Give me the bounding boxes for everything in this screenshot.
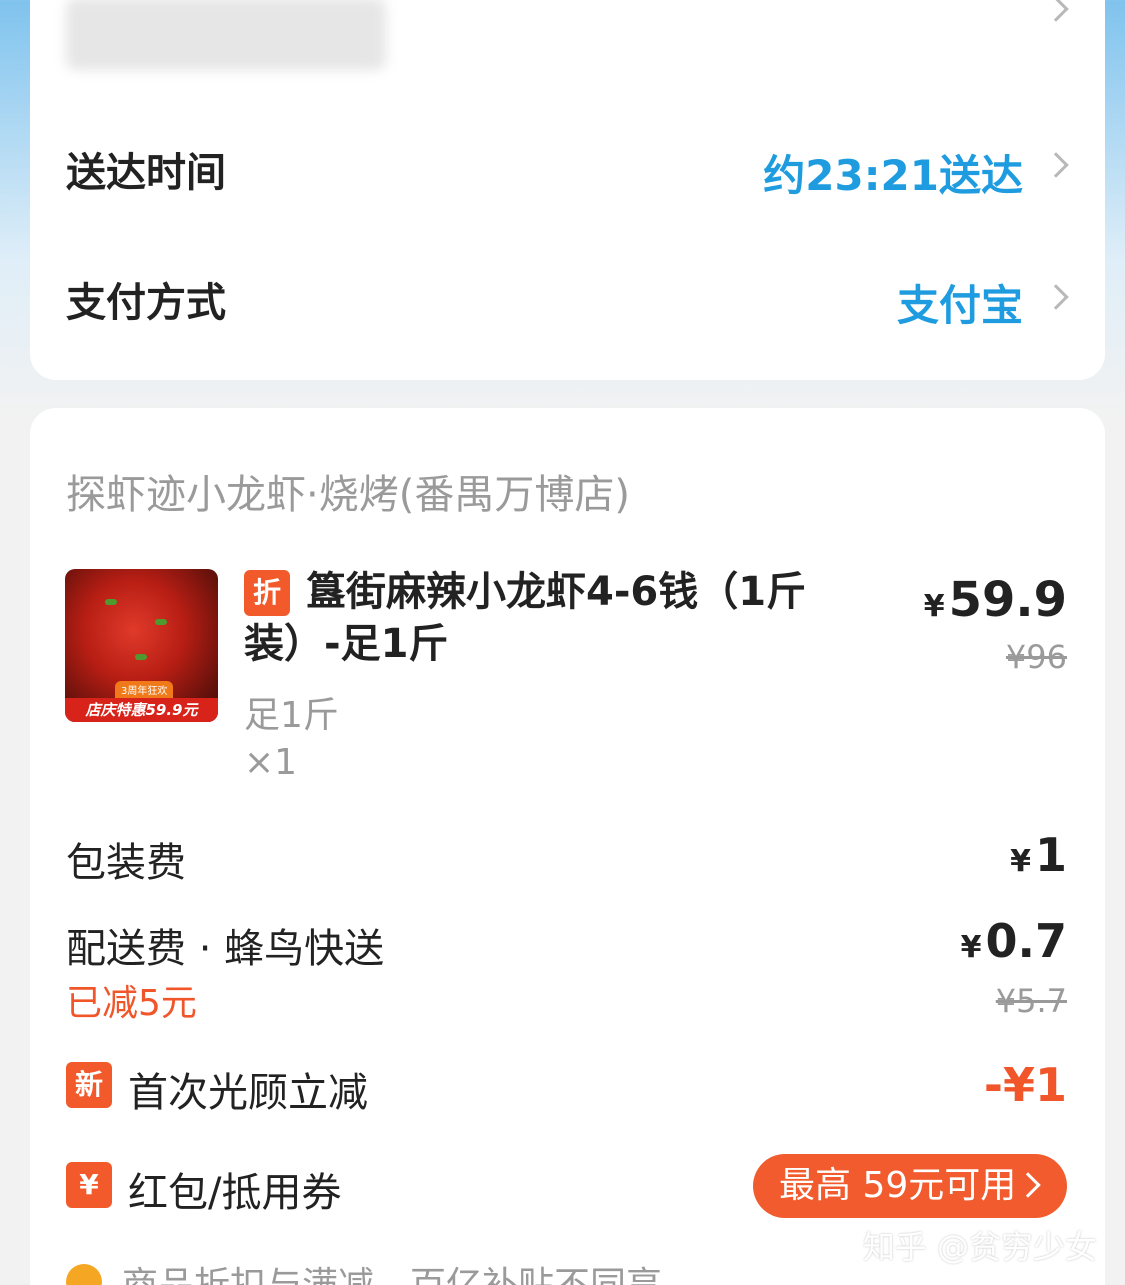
packaging-fee-value: ¥1 xyxy=(1010,828,1067,882)
product-original-price: ¥96 xyxy=(1005,638,1067,676)
delivery-fee-label: 配送费 · 蜂鸟快送 xyxy=(66,926,385,972)
warning-icon xyxy=(66,1264,102,1285)
delivery-fee-amount: 0.7 xyxy=(985,914,1068,968)
packaging-fee-currency: ¥ xyxy=(1010,844,1031,879)
product-thumbnail[interactable]: 3周年狂欢 店庆特惠59.9元 xyxy=(65,569,218,722)
delivery-fee-currency: ¥ xyxy=(960,930,982,965)
delivery-fee-reduced-note: 已减5元 xyxy=(66,983,197,1024)
first-visit-discount-value: -¥1 xyxy=(983,1058,1067,1112)
delivery-time-label: 送达时间 xyxy=(66,150,226,196)
product-title: 簋街麻辣小龙虾4-6钱（1斤装）-足1斤 xyxy=(244,569,807,667)
thumb-badge-top: 3周年狂欢 xyxy=(115,681,174,698)
chevron-right-icon xyxy=(1015,1172,1041,1198)
packaging-fee-label: 包装费 xyxy=(66,840,186,886)
delivery-fee-original: ¥5.7 xyxy=(995,982,1067,1020)
delivery-card: 送达时间 约23:21送达 支付方式 支付宝 xyxy=(30,0,1105,380)
coupon-select-button[interactable]: 最高 59元可用 xyxy=(753,1154,1067,1218)
coupon-button-label: 最高 59元可用 xyxy=(779,1165,1017,1206)
coupon-label: 红包/抵用券 xyxy=(128,1170,342,1216)
shop-name: 探虾迹小龙虾·烧烤(番禺万博店) xyxy=(66,472,630,518)
payment-method-chevron-right-icon[interactable] xyxy=(1043,284,1069,310)
coupon-yen-icon: ¥ xyxy=(66,1162,112,1208)
watermark: 知乎 @贫穷少女 xyxy=(862,1228,1097,1266)
price-value: 59.9 xyxy=(948,572,1067,628)
garnish-leaf xyxy=(135,654,147,660)
new-customer-tag: 新 xyxy=(66,1062,112,1108)
payment-method-label: 支付方式 xyxy=(66,280,226,326)
delivery-time-chevron-right-icon[interactable] xyxy=(1043,152,1069,178)
packaging-fee-amount: 1 xyxy=(1034,828,1067,882)
address-chevron-right-icon[interactable] xyxy=(1043,0,1069,22)
thumb-badge: 店庆特惠59.9元 xyxy=(65,698,218,722)
order-card: 探虾迹小龙虾·烧烤(番禺万博店) 3周年狂欢 店庆特惠59.9元 折 簋街麻辣小… xyxy=(30,408,1105,1285)
payment-method-value[interactable]: 支付宝 xyxy=(897,272,1023,333)
address-blurred[interactable] xyxy=(66,0,386,70)
first-visit-discount-label: 首次光顾立减 xyxy=(128,1070,368,1116)
delivery-time-value[interactable]: 约23:21送达 xyxy=(763,142,1023,203)
delivery-fee-value: ¥0.7 xyxy=(961,914,1067,968)
price-currency: ¥ xyxy=(923,589,945,624)
garnish-leaf xyxy=(105,599,117,605)
discount-notice: 商品折扣与满减、百亿补贴不同享 xyxy=(122,1256,662,1285)
product-quantity: ×1 xyxy=(244,742,298,783)
product-spec: 足1斤 xyxy=(244,695,339,736)
garnish-leaf xyxy=(155,619,167,625)
product-price: ¥59.9 xyxy=(924,572,1067,628)
